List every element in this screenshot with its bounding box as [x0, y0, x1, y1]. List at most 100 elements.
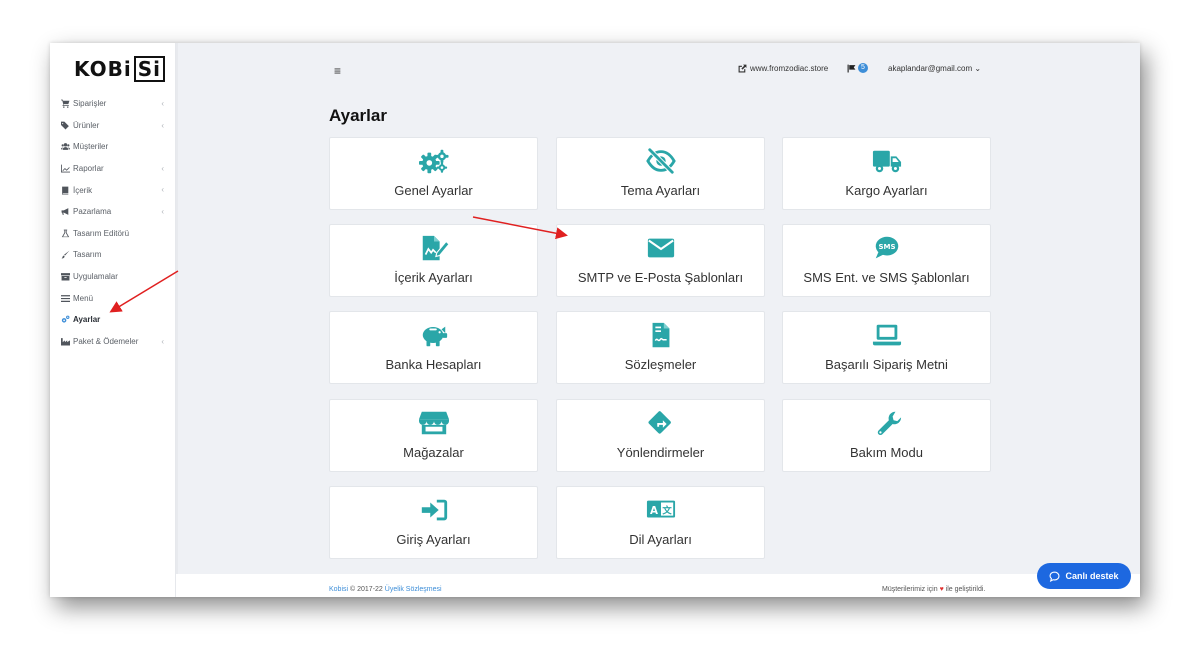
- settings-card-label: Tema Ayarları: [620, 183, 701, 198]
- logo-text: KOBi: [74, 57, 132, 81]
- truck-icon: [783, 148, 990, 174]
- footer-copyright-text: © 2017-22: [348, 586, 385, 593]
- settings-card-sms[interactable]: SMS SMS Ent. ve SMS Şablonları: [782, 224, 991, 297]
- settings-card-basarili-siparis[interactable]: Başarılı Sipariş Metni: [782, 311, 991, 384]
- file-signature-icon: [330, 235, 537, 261]
- sidebar-item-menu[interactable]: Menü: [50, 287, 176, 309]
- settings-card-label: Banka Hesapları: [385, 357, 482, 372]
- book-icon: [60, 186, 70, 195]
- wrench-icon: [783, 410, 990, 436]
- chart-icon: [60, 164, 70, 173]
- megaphone-icon: [60, 207, 70, 216]
- sidebar-item-label: Menü: [73, 293, 94, 303]
- menu-toggle-button[interactable]: ≡: [334, 64, 341, 78]
- live-support-button[interactable]: Canlı destek: [1037, 563, 1131, 589]
- settings-card-bakim-modu[interactable]: Bakım Modu: [782, 399, 991, 472]
- sidebar-divider: [176, 43, 178, 597]
- flag-icon: [847, 64, 856, 72]
- sidebar-item-pazarlama[interactable]: Pazarlama ‹: [50, 201, 176, 223]
- footer-brand-link[interactable]: Kobisi: [329, 586, 348, 593]
- sidebar-item-label: Ürünler: [73, 120, 100, 130]
- store-link-text: www.fromzodiac.store: [750, 64, 829, 73]
- sidebar-item-paket-odemeler[interactable]: Paket & Ödemeler ‹: [50, 331, 176, 353]
- settings-card-label: SMS Ent. ve SMS Şablonları: [803, 270, 970, 285]
- sidebar-item-urunler[interactable]: Ürünler ‹: [50, 115, 176, 137]
- settings-card-label: Genel Ayarlar: [394, 183, 473, 198]
- settings-card-tema[interactable]: Tema Ayarları: [556, 137, 765, 210]
- archive-icon: [60, 272, 70, 281]
- settings-card-kargo[interactable]: Kargo Ayarları: [782, 137, 991, 210]
- user-menu-dropdown[interactable]: akaplandar@gmail.com ⌄: [888, 64, 981, 73]
- cogs-icon: [330, 148, 537, 174]
- settings-card-label: Giriş Ayarları: [396, 532, 471, 547]
- flask-icon: [60, 229, 70, 238]
- sidebar-item-label: Ayarlar: [73, 315, 101, 325]
- settings-card-label: Başarılı Sipariş Metni: [825, 357, 948, 372]
- sign-in-icon: [330, 497, 537, 523]
- footer-terms-link[interactable]: Üyelik Sözleşmesi: [385, 586, 442, 593]
- settings-card-label: Sözleşmeler: [624, 357, 697, 372]
- settings-card-label: SMTP ve E-Posta Şablonları: [577, 270, 744, 285]
- settings-card-label: Dil Ayarları: [629, 532, 692, 547]
- settings-card-giris[interactable]: Giriş Ayarları: [329, 486, 538, 559]
- users-icon: [60, 142, 70, 151]
- logo-boxed-text: Si: [133, 56, 165, 82]
- notifications-badge: 5: [858, 63, 868, 73]
- settings-card-dil[interactable]: A文 Dil Ayarları: [556, 486, 765, 559]
- sidebar-item-tasarim-editoru[interactable]: Tasarım Editörü: [50, 223, 176, 245]
- sidebar-menu: Siparişler ‹ Ürünler ‹ Müşteriler Raporl…: [50, 93, 176, 352]
- settings-card-icerik[interactable]: İçerik Ayarları: [329, 224, 538, 297]
- laptop-icon: [783, 322, 990, 348]
- sidebar-item-icerik[interactable]: İçerik ‹: [50, 179, 176, 201]
- store-link[interactable]: www.fromzodiac.store: [738, 64, 828, 73]
- sidebar-item-uygulamalar[interactable]: Uygulamalar: [50, 266, 176, 288]
- sidebar-item-label: Paket & Ödemeler: [73, 336, 139, 346]
- sidebar-item-label: Uygulamalar: [73, 272, 118, 282]
- sidebar-item-label: Müşteriler: [73, 142, 109, 152]
- svg-text:A: A: [649, 505, 657, 517]
- footer-credit-prefix: Müşterilerimiz için: [882, 586, 940, 593]
- chevron-left-icon: ‹: [161, 120, 164, 130]
- sidebar-item-label: İçerik: [73, 185, 93, 195]
- store-icon: [330, 410, 537, 436]
- chevron-left-icon: ‹: [161, 336, 164, 346]
- live-support-label: Canlı destek: [1065, 571, 1119, 581]
- external-link-icon: [738, 64, 747, 73]
- gears-icon: [60, 315, 70, 324]
- piggy-bank-icon: [330, 322, 537, 348]
- page-title: Ayarlar: [329, 106, 387, 125]
- chat-bubble-icon: [1049, 570, 1061, 582]
- settings-card-magazalar[interactable]: Mağazalar: [329, 399, 538, 472]
- settings-card-banka[interactable]: Banka Hesapları: [329, 311, 538, 384]
- notifications-button[interactable]: 5: [847, 63, 868, 73]
- sidebar-item-ayarlar[interactable]: Ayarlar: [50, 309, 176, 331]
- directions-icon: [557, 410, 764, 436]
- svg-text:SMS: SMS: [878, 242, 895, 251]
- sidebar-item-raporlar[interactable]: Raporlar ‹: [50, 158, 176, 180]
- settings-card-label: Bakım Modu: [850, 445, 923, 460]
- tags-icon: [60, 121, 70, 130]
- sidebar-item-label: Tasarım Editörü: [73, 228, 130, 238]
- footer-credit-suffix: ile geliştirildi.: [943, 586, 986, 593]
- settings-card-sozlesmeler[interactable]: Sözleşmeler: [556, 311, 765, 384]
- industry-icon: [60, 337, 70, 346]
- settings-card-yonlendirmeler[interactable]: Yönlendirmeler: [556, 399, 765, 472]
- settings-card-label: Kargo Ayarları: [845, 183, 928, 198]
- bars-icon: [60, 294, 70, 303]
- footer: [176, 574, 1140, 597]
- chevron-left-icon: ‹: [161, 163, 164, 173]
- sidebar-item-label: Tasarım: [73, 250, 102, 260]
- sidebar-item-tasarim[interactable]: Tasarım: [50, 244, 176, 266]
- chevron-left-icon: ‹: [161, 185, 164, 195]
- settings-card-smtp[interactable]: SMTP ve E-Posta Şablonları: [556, 224, 765, 297]
- cart-icon: [60, 99, 70, 109]
- language-icon: A文: [557, 497, 764, 523]
- footer-copyright: Kobisi © 2017-22 Üyelik Sözleşmesi: [329, 586, 442, 593]
- sidebar-item-siparisler[interactable]: Siparişler ‹: [50, 93, 176, 115]
- sidebar-item-musteriler[interactable]: Müşteriler: [50, 136, 176, 158]
- settings-card-genel[interactable]: Genel Ayarlar: [329, 137, 538, 210]
- kobisi-logo[interactable]: KOBi Si: [74, 55, 165, 83]
- settings-card-label: Yönlendirmeler: [616, 445, 705, 460]
- sidebar-item-label: Pazarlama: [73, 207, 112, 217]
- chevron-left-icon: ‹: [161, 206, 164, 216]
